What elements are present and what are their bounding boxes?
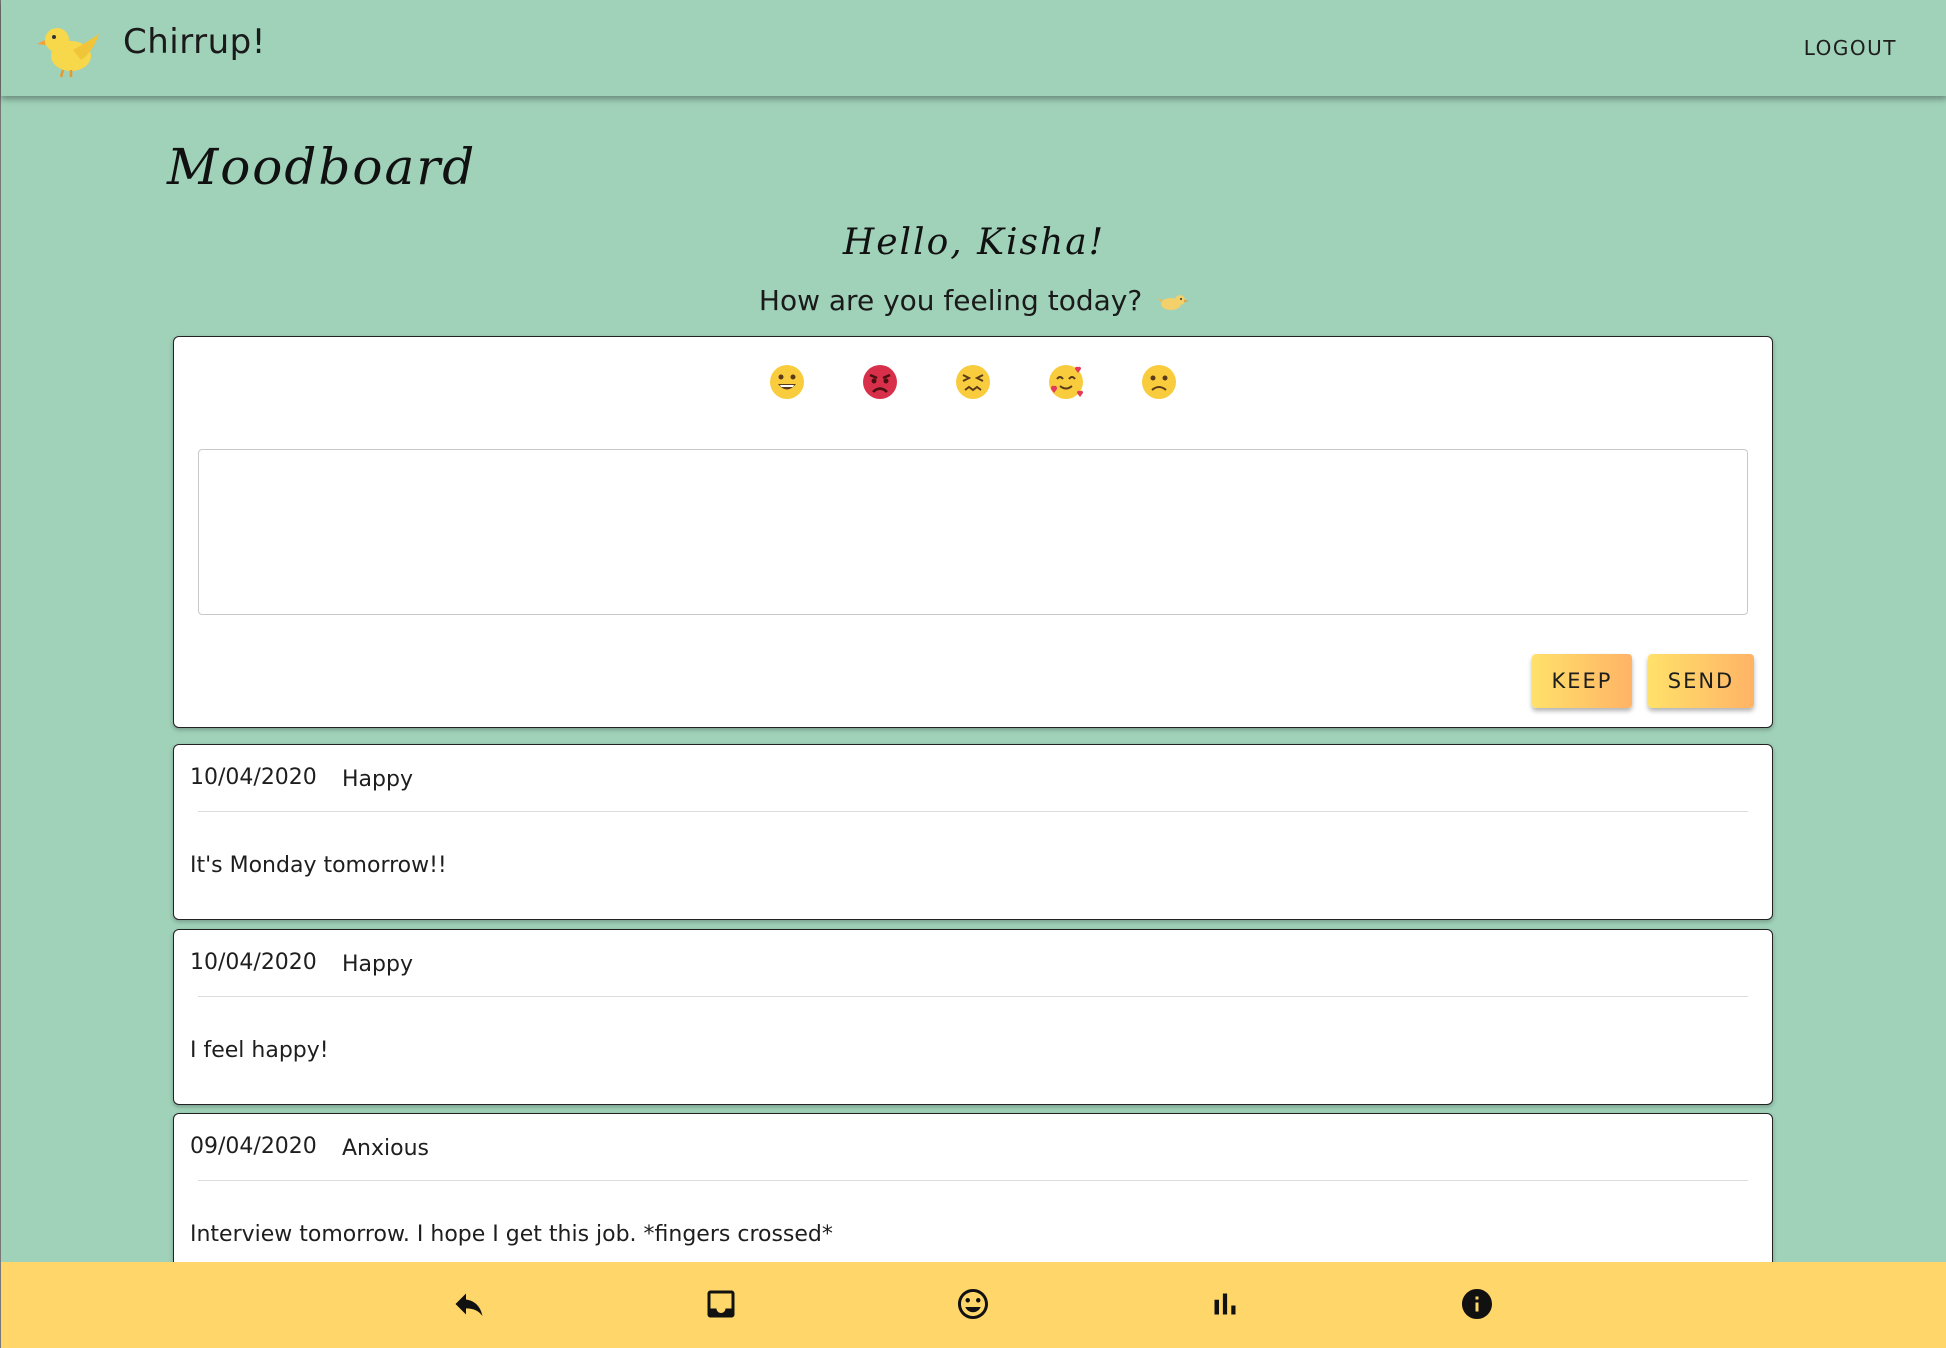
entry-date: 09/04/2020 [190, 1134, 317, 1159]
reply-icon[interactable] [451, 1286, 487, 1322]
send-button[interactable]: SEND [1648, 654, 1754, 708]
entry-date: 10/04/2020 [190, 950, 317, 975]
bird-logo-icon[interactable] [37, 20, 101, 78]
logout-button[interactable]: LOGOUT [1804, 36, 1897, 60]
mood-composer-card: KEEP SEND [173, 336, 1773, 728]
entry-mood: Happy [342, 767, 413, 792]
mood-selector [174, 363, 1772, 401]
greeting-heading: Hello, Kisha! [842, 222, 1106, 263]
top-app-bar: Chirrup! LOGOUT [1, 0, 1946, 96]
entry-text: Interview tomorrow. I hope I get this jo… [190, 1222, 833, 1247]
entry-text: I feel happy! [190, 1038, 329, 1063]
entry-mood: Anxious [342, 1136, 429, 1161]
entry-divider [198, 1180, 1748, 1181]
confounded-face-icon[interactable] [954, 363, 992, 401]
keep-button[interactable]: KEEP [1532, 654, 1632, 708]
page-title: Moodboard [167, 138, 477, 196]
entry-divider [198, 996, 1748, 997]
slightly-frowning-face-icon[interactable] [1140, 363, 1178, 401]
smiling-hearts-face-icon[interactable] [1047, 363, 1085, 401]
mood-entry-card[interactable]: 10/04/2020 Happy It's Monday tomorrow!! [173, 744, 1773, 920]
app-title[interactable]: Chirrup! [123, 22, 266, 62]
small-bird-icon [1157, 295, 1190, 310]
angry-face-icon[interactable] [861, 363, 899, 401]
mood-prompt: How are you feeling today? [1, 284, 1946, 317]
entry-text: It's Monday tomorrow!! [190, 853, 447, 878]
entry-divider [198, 811, 1748, 812]
mood-entry-card[interactable]: 10/04/2020 Happy I feel happy! [173, 929, 1773, 1105]
mood-note-textarea[interactable] [198, 449, 1748, 615]
mood-face-icon[interactable] [955, 1286, 991, 1322]
entry-date: 10/04/2020 [190, 765, 317, 790]
happy-face-icon[interactable] [768, 363, 806, 401]
info-icon[interactable] [1459, 1286, 1495, 1322]
stats-chart-icon[interactable] [1207, 1286, 1243, 1322]
mood-prompt-text: How are you feeling today? [758, 284, 1143, 317]
bottom-navigation [1, 1262, 1946, 1348]
inbox-icon[interactable] [703, 1286, 739, 1322]
entry-mood: Happy [342, 952, 413, 977]
